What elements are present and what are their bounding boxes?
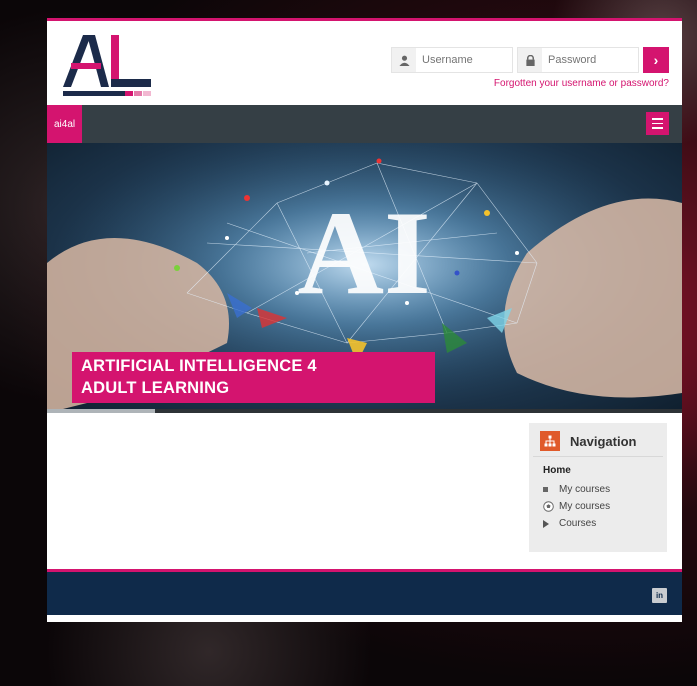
nav-item-label: My courses	[559, 501, 611, 512]
nav-item-my-courses[interactable]: My courses	[543, 481, 667, 498]
main-content: Navigation Home My courses My courses Co…	[47, 413, 682, 569]
main-navbar: ai4al	[47, 105, 682, 143]
hamburger-menu-button[interactable]	[646, 112, 669, 135]
site-logo[interactable]	[61, 29, 153, 101]
username-input[interactable]	[416, 49, 512, 71]
nav-item-label: Courses	[559, 518, 597, 529]
user-icon	[392, 48, 416, 72]
lock-icon	[518, 48, 542, 72]
forgot-password-link[interactable]: Forgotten your username or password?	[391, 78, 669, 89]
nav-home-link[interactable]: Home	[543, 465, 667, 476]
navigation-list: Home My courses My courses Courses	[529, 457, 667, 532]
login-submit-button[interactable]: ›	[643, 47, 669, 73]
square-bullet-icon	[543, 487, 559, 492]
hero-title: ARTIFICIAL INTELLIGENCE 4 ADULT LEARNING	[72, 352, 435, 403]
login-form: › Forgotten your username or password?	[391, 47, 669, 89]
sitemap-icon	[540, 431, 560, 451]
site-page: › Forgotten your username or password? a…	[47, 18, 682, 622]
password-input[interactable]	[542, 49, 638, 71]
username-field-group	[391, 47, 513, 73]
linkedin-icon[interactable]: in	[652, 588, 667, 603]
password-field-group	[517, 47, 639, 73]
nav-item-label: My courses	[559, 484, 611, 495]
navigation-block: Navigation Home My courses My courses Co…	[529, 423, 667, 552]
caret-right-icon	[543, 519, 559, 528]
logo-graphic	[63, 35, 151, 96]
nav-item-my-courses-2[interactable]: My courses	[543, 498, 667, 515]
site-header: › Forgotten your username or password?	[47, 21, 682, 105]
site-footer: in	[47, 572, 682, 615]
hero-title-line1: ARTIFICIAL INTELLIGENCE 4	[81, 357, 317, 375]
navigation-title: Navigation	[570, 433, 637, 449]
hero-title-line2: ADULT LEARNING	[81, 379, 230, 397]
soccer-ball-icon	[543, 501, 559, 512]
site-name-link[interactable]: ai4al	[47, 105, 83, 143]
nav-item-courses[interactable]: Courses	[543, 515, 667, 532]
navigation-block-header: Navigation	[533, 423, 663, 457]
hero-banner: AI ARTIFICIAL INTELLIGENCE 4 ADULT LEARN…	[47, 143, 682, 413]
hero-ai-text: AI	[297, 186, 430, 319]
